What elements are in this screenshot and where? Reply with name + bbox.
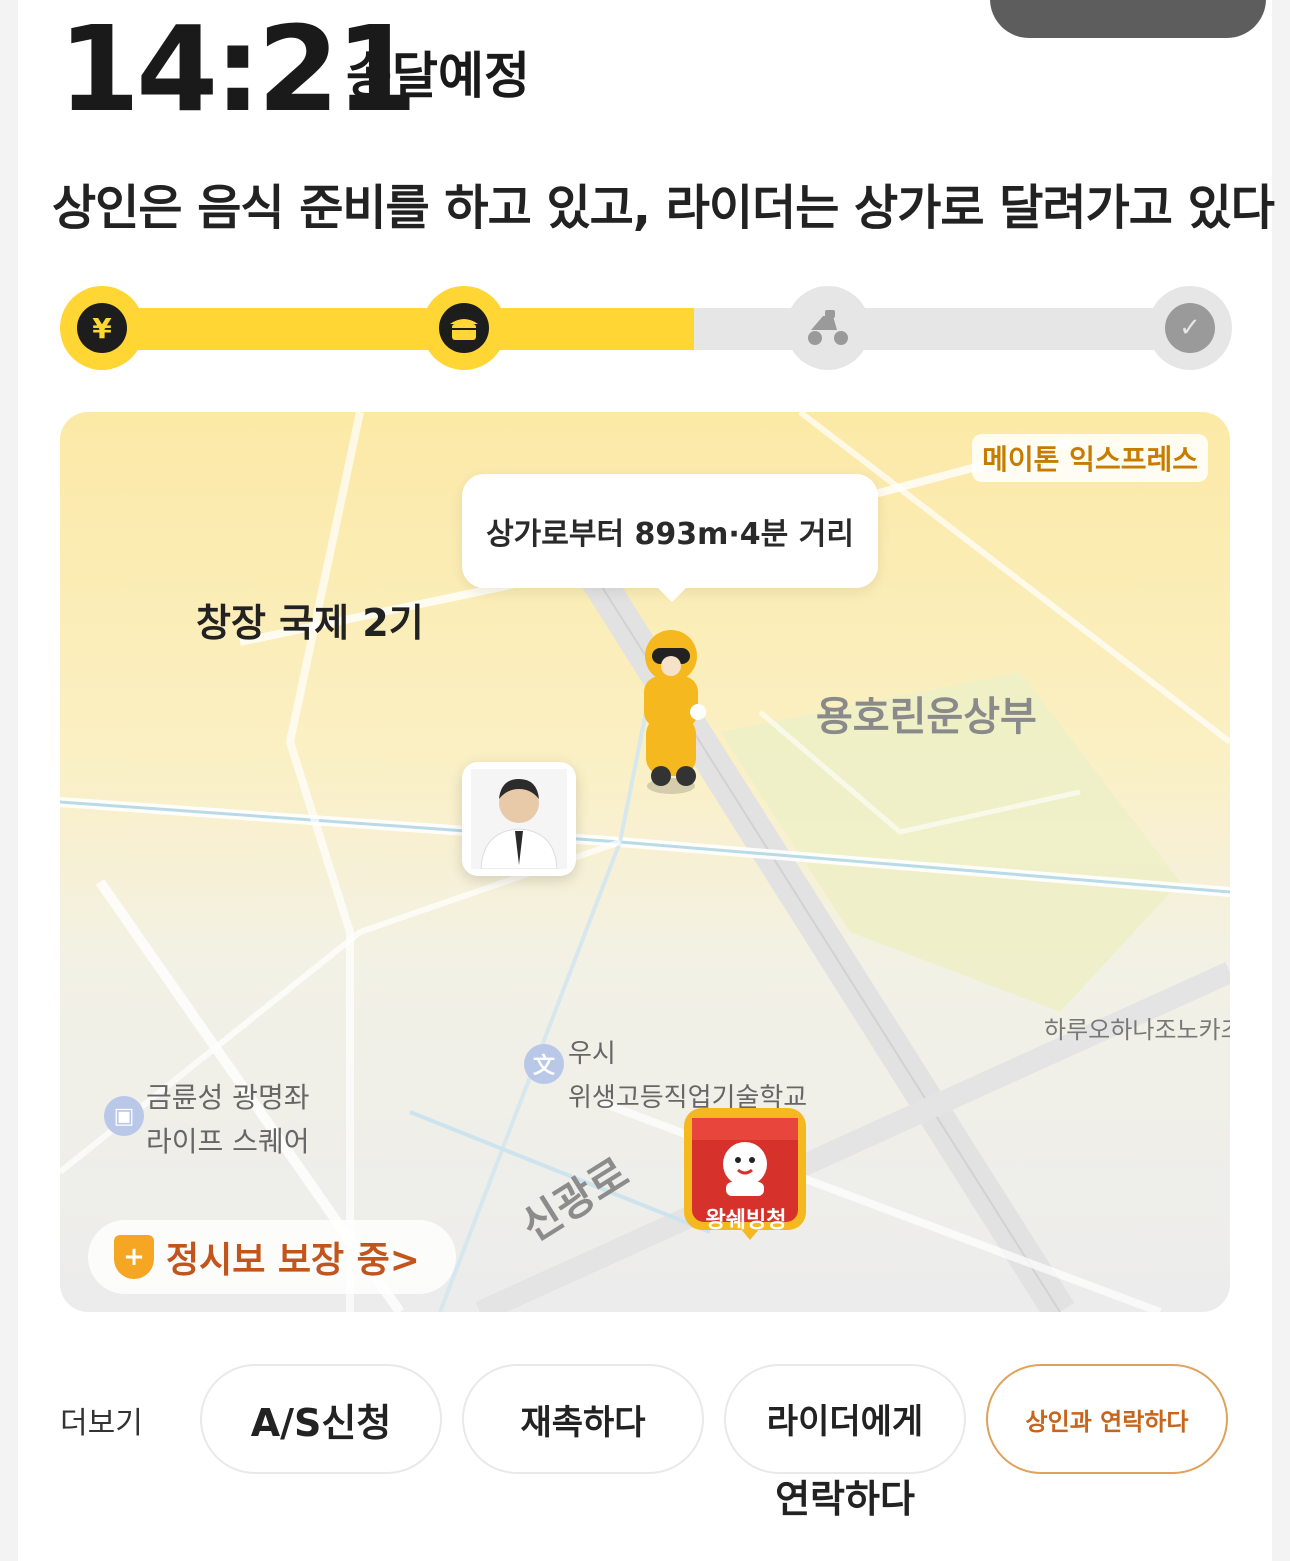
map-label-complex: 창장 국제 2기 (196, 601, 424, 645)
scooter-icon (803, 303, 853, 353)
map-label-mall: 금륜성 광명좌 라이프 스퀘어 (146, 1076, 309, 1164)
order-status-text: 상인은 음식 준비를 하고 있고, 라이더는 상가로 달려가고 있다 (52, 180, 1275, 236)
mall-label-line-2: 라이프 스퀘어 (146, 1125, 310, 1158)
map-label-haru: 하루오하나조노카즈 (1044, 1016, 1230, 1044)
step-merchant (422, 286, 506, 370)
step-delivered: ✓ (1148, 286, 1232, 370)
step-payment: ¥ (60, 286, 144, 370)
yen-icon: ¥ (77, 303, 127, 353)
progress-fill (100, 308, 694, 350)
contact-merchant-button[interactable]: 상인과 연락하다 (986, 1364, 1228, 1474)
mall-label-line-1: 금륜성 광명좌 (146, 1081, 310, 1114)
delivery-map[interactable]: 메이톤 익스프레스 상가로부터 893m·4분 거리 창장 국제 2기 용호린운… (60, 412, 1230, 1312)
contact-rider-button-line-2[interactable]: 연락하다 (724, 1468, 966, 1523)
merchant-avatar[interactable] (462, 762, 576, 876)
remind-button[interactable]: 재촉하다 (462, 1364, 704, 1474)
shield-plus-icon: + (114, 1235, 154, 1279)
as-request-button[interactable]: A/S신청 (200, 1364, 442, 1474)
top-action-pill[interactable] (990, 0, 1266, 38)
distance-bubble: 상가로부터 893m·4분 거리 (462, 474, 878, 602)
shop-name-label: 왕쉐빙청 (705, 1208, 787, 1233)
shop-icon (439, 303, 489, 353)
on-time-guarantee-badge[interactable]: + 정시보 보장 중> (88, 1220, 456, 1294)
check-shield-icon: ✓ (1165, 303, 1215, 353)
more-label[interactable]: 더보기 (60, 1398, 143, 1442)
eta-label: 송달예정 (346, 47, 530, 105)
step-rider (786, 286, 870, 370)
person-avatar-icon (471, 769, 567, 869)
shopping-bag-icon: ▣ (104, 1096, 144, 1136)
contact-rider-button[interactable]: 라이더에게 (724, 1364, 966, 1474)
school-label-line-1: 우시 (568, 1039, 616, 1069)
guarantee-text: 정시보 보장 중> (166, 1240, 420, 1281)
school-poi-icon: 文 (524, 1044, 564, 1084)
rider-marker-icon (644, 630, 706, 794)
map-label-yongho: 용호린운상부 (816, 694, 1037, 740)
distance-text: 상가로부터 893m·4분 거리 (486, 517, 854, 552)
brand-tag: 메이톤 익스프레스 (972, 434, 1208, 482)
